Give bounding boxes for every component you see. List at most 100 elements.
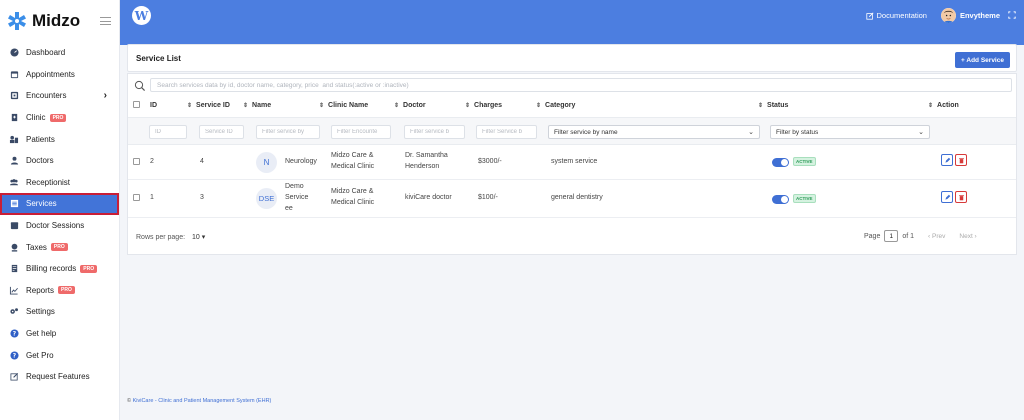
cell-clinic-line1: Midzo Care & [331, 188, 374, 195]
filter-category-select[interactable]: Filter service by name ⌄ [548, 125, 760, 139]
page-number-input[interactable]: 1 [884, 230, 899, 242]
pro-badge: PRO [50, 243, 68, 252]
filter-charges-input[interactable] [476, 125, 537, 139]
sidebar-item-receptionist[interactable]: Receptionist [0, 172, 119, 194]
cell-category: general dentistry [551, 194, 603, 201]
external-edit-icon [865, 11, 874, 20]
filter-clinic-input[interactable] [331, 125, 391, 139]
sidebar-item-billing-records[interactable]: Billing records PRO [0, 258, 119, 280]
edit-button[interactable] [941, 154, 953, 166]
service-avatar: N [256, 152, 277, 173]
cell-name-line1: Demo [285, 183, 304, 190]
cell-charges: $100/- [478, 194, 498, 201]
wordpress-logo-icon[interactable]: W [132, 6, 151, 25]
status-badge: ACTIVE [793, 194, 816, 203]
cell-clinic-line2: Medical Clinic [331, 199, 375, 206]
sidebar-item-services[interactable]: Services [0, 193, 119, 215]
select-all-checkbox[interactable] [133, 101, 140, 110]
cell-category: system service [551, 158, 598, 165]
user-name[interactable]: Envytheme [960, 11, 1000, 20]
filter-name-input[interactable] [256, 125, 320, 139]
cell-name: Neurology [285, 158, 317, 165]
table-row: 1 3 DSE Demo Service ee Midzo Care & Med… [128, 180, 1016, 218]
pencil-icon [944, 157, 950, 163]
th-action[interactable]: ⇕ Action [928, 102, 959, 109]
service-list-header: Service List + Add Service [127, 44, 1017, 72]
help-icon: ? [9, 350, 19, 360]
cell-doctor: kiviCare doctor [405, 194, 452, 201]
edit-icon [9, 372, 19, 382]
sidebar-item-doctor-sessions[interactable]: Doctor Sessions [0, 215, 119, 237]
calendar-icon [9, 69, 19, 79]
page-controls: Page 1 of 1 ‹ Prev Next › [864, 230, 977, 242]
add-service-button[interactable]: + Add Service [955, 52, 1010, 68]
search-icon [134, 79, 146, 92]
sidebar-item-settings[interactable]: Settings [0, 301, 119, 323]
services-icon [9, 199, 19, 209]
th-status[interactable]: ⇕ Status [758, 102, 788, 109]
th-doctor[interactable]: ⇕ Doctor [394, 102, 426, 109]
sidebar-item-dashboard[interactable]: Dashboard [0, 42, 119, 64]
th-charges[interactable]: ⇕ Charges [465, 102, 502, 109]
th-category[interactable]: ⇕ Category [536, 102, 575, 109]
sidebar-item-encounters[interactable]: Encounters › [0, 85, 119, 107]
services-table-card: ID ⇕Service ID ⇕Name ⇕Clinic Name ⇕Docto… [127, 73, 1017, 255]
cell-service-id: 3 [200, 194, 204, 201]
caret-down-icon: ▾ [201, 234, 206, 241]
th-service-id[interactable]: ⇕ Service ID [187, 102, 230, 109]
fullscreen-icon[interactable] [1008, 10, 1016, 21]
billing-icon [9, 264, 19, 274]
clinic-icon [9, 113, 19, 123]
patients-icon [9, 134, 19, 144]
status-toggle[interactable] [772, 195, 789, 204]
rows-per-page-select[interactable]: 10 ▾ [192, 234, 205, 241]
th-clinic-name[interactable]: ⇕ Clinic Name [319, 102, 368, 109]
cell-doctor-line1: Dr. Samantha [405, 152, 448, 159]
documentation-link[interactable]: Documentation [865, 11, 927, 20]
cell-id: 2 [150, 158, 154, 165]
sidebar-item-get-help[interactable]: ? Get help [0, 323, 119, 345]
search-input[interactable] [150, 78, 1012, 92]
row-checkbox[interactable] [133, 194, 140, 203]
th-id[interactable]: ID [150, 102, 157, 109]
sidebar-item-patients[interactable]: Patients [0, 128, 119, 150]
sidebar-item-taxes[interactable]: Taxes PRO [0, 236, 119, 258]
next-page-button[interactable]: Next › [959, 233, 976, 240]
chevron-down-icon: ⌄ [748, 129, 754, 136]
status-toggle[interactable] [772, 158, 789, 167]
filter-doctor-input[interactable] [404, 125, 465, 139]
edit-button[interactable] [941, 191, 953, 203]
cell-service-id: 4 [200, 158, 204, 165]
delete-button[interactable] [955, 191, 967, 203]
filter-row: Filter service by name ⌄ Filter by statu… [128, 117, 1016, 145]
sidebar-item-reports[interactable]: Reports PRO [0, 280, 119, 302]
help-icon: ? [9, 329, 19, 339]
sidebar-item-appointments[interactable]: Appointments [0, 64, 119, 86]
sidebar-item-request-features[interactable]: Request Features [0, 366, 119, 388]
cell-name-line2: Service [285, 194, 309, 201]
chevron-right-icon: › [103, 90, 107, 102]
page-title: Service List [136, 53, 181, 63]
cell-doctor-line2: Henderson [405, 163, 440, 170]
cell-clinic-line2: Medical Clinic [331, 163, 375, 170]
delete-button[interactable] [955, 154, 967, 166]
taxes-icon [9, 242, 19, 252]
topbar: W Documentation Envytheme [120, 0, 1024, 31]
status-badge: ACTIVE [793, 157, 816, 166]
trash-icon [958, 157, 964, 163]
footer-link[interactable]: KiviCare - Clinic and Patient Management… [133, 398, 272, 404]
filter-status-select[interactable]: Filter by status ⌄ [770, 125, 930, 139]
filter-id-input[interactable] [149, 125, 187, 139]
cell-id: 1 [150, 194, 154, 201]
row-checkbox[interactable] [133, 158, 140, 167]
sidebar-item-get-pro[interactable]: ? Get Pro [0, 344, 119, 366]
prev-page-button[interactable]: ‹ Prev [928, 233, 945, 240]
sidebar-item-clinic[interactable]: Clinic PRO [0, 107, 119, 129]
filter-service-id-input[interactable] [199, 125, 244, 139]
trash-icon [958, 194, 964, 200]
sidebar-item-doctors[interactable]: Doctors [0, 150, 119, 172]
menu-toggle-icon[interactable] [100, 17, 111, 25]
avatar[interactable] [940, 8, 956, 23]
rows-per-page: Rows per page: 10 ▾ [136, 234, 206, 241]
th-name[interactable]: ⇕ Name [243, 102, 271, 109]
